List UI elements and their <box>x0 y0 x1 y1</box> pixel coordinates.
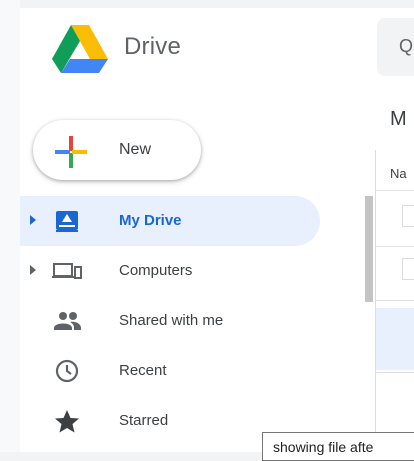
computers-icon <box>52 263 82 279</box>
sidebar-item-shared-with-me[interactable]: Shared with me <box>20 296 320 346</box>
clock-icon <box>55 359 79 383</box>
row-divider <box>376 372 414 373</box>
sidebar-item-computers[interactable]: Computers <box>20 246 320 296</box>
sidebar-item-label: Shared with me <box>119 312 224 329</box>
new-button[interactable]: New <box>33 120 201 180</box>
file-row-thumbnail[interactable] <box>402 205 414 227</box>
sidebar-nav: My Drive Computers Shared with me Recent <box>20 196 330 446</box>
expand-caret-icon[interactable] <box>30 265 36 275</box>
my-drive-icon <box>56 211 78 232</box>
shared-with-me-icon <box>54 312 81 330</box>
column-header-name[interactable]: Na <box>390 166 407 181</box>
star-icon <box>55 410 79 433</box>
sidebar-scrollbar[interactable] <box>365 196 373 302</box>
row-divider <box>376 190 414 191</box>
file-row-thumbnail[interactable] <box>402 258 414 280</box>
search-bar[interactable]: Q <box>377 18 414 76</box>
sidebar-item-label: Computers <box>119 262 193 279</box>
row-divider <box>376 300 414 301</box>
sidebar-item-label: Recent <box>119 362 167 379</box>
sidebar-item-label: My Drive <box>119 212 182 229</box>
search-bar-text: Q <box>399 36 414 56</box>
sidebar-item-my-drive[interactable]: My Drive <box>20 196 320 246</box>
drive-logo-icon[interactable] <box>52 25 108 73</box>
plus-icon <box>55 136 87 168</box>
row-divider <box>376 246 414 247</box>
tooltip: showing file afte <box>262 432 414 461</box>
sidebar-item-label: Starred <box>119 412 169 429</box>
window-left-edge <box>0 0 20 461</box>
table-row-selected[interactable] <box>376 308 414 370</box>
sidebar-item-recent[interactable]: Recent <box>20 346 320 396</box>
app-title: Drive <box>124 33 182 60</box>
page-title: M <box>390 108 407 130</box>
expand-caret-icon[interactable] <box>30 215 36 225</box>
new-button-label: New <box>119 141 152 158</box>
window-top-edge <box>0 0 414 8</box>
